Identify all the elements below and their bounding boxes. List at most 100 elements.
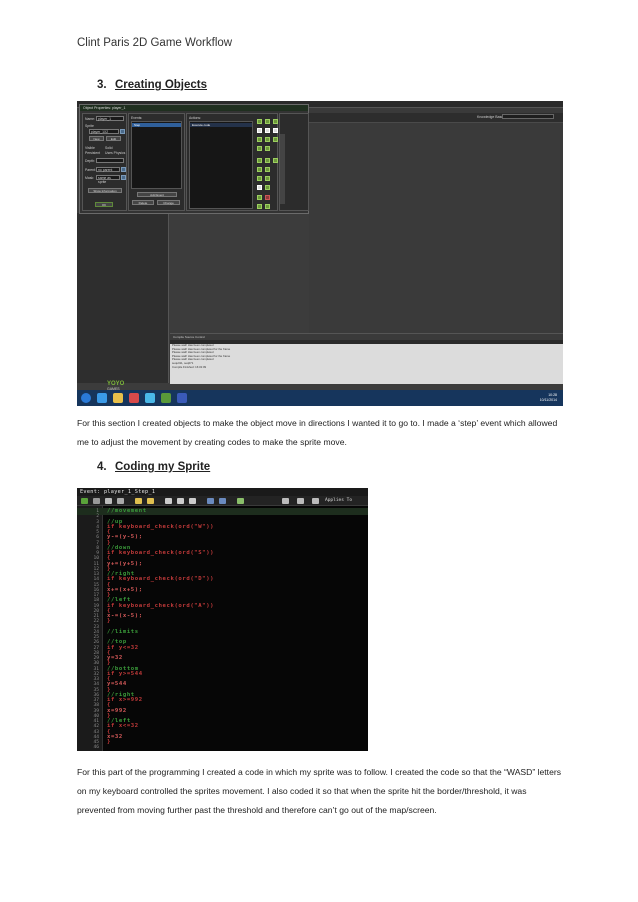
word-icon[interactable] [177, 393, 187, 403]
redo-icon[interactable] [147, 498, 154, 504]
save-icon[interactable] [105, 498, 112, 504]
uses-physics-checkbox[interactable]: Uses Physics [105, 151, 125, 155]
show-information-button[interactable]: Show Information [88, 188, 122, 193]
action-arrow-down-icon[interactable] [265, 128, 270, 133]
change-event-button[interactable]: Change [157, 200, 180, 205]
action-cross-icon[interactable] [265, 195, 270, 200]
section-heading-creating-objects: 3. Creating Objects [97, 79, 207, 91]
section-number: 3. [97, 79, 107, 91]
parent-field[interactable]: no parent [96, 167, 120, 172]
action-check-icon[interactable] [257, 195, 262, 200]
action-tabs-column [279, 113, 309, 211]
actions-label: Actions: [189, 116, 202, 120]
screenshot-code-editor: Event: player_1_Step_1 Applies To 1//mov… [77, 488, 368, 751]
section-title: Creating Objects [115, 79, 208, 91]
chrome-icon[interactable] [145, 393, 155, 403]
action-tab-strip[interactable] [280, 134, 285, 204]
action-jump-start-icon[interactable] [265, 158, 270, 163]
event-item-step[interactable]: Step [132, 123, 181, 127]
actions-list[interactable]: Execute code [189, 121, 253, 209]
action-bounce-solid-icon[interactable] [265, 176, 270, 181]
action-path-icon[interactable] [273, 137, 278, 142]
new-sprite-button[interactable]: New [89, 136, 104, 141]
action-item-label: Execute code [192, 123, 211, 127]
action-contact-icon[interactable] [257, 176, 262, 181]
action-move-icon[interactable] [257, 119, 262, 124]
color-icon[interactable] [282, 498, 289, 504]
knowledge-base-input[interactable] [502, 114, 554, 119]
clock-date: 10/11/2014 [539, 397, 557, 402]
start-icon[interactable] [81, 393, 91, 403]
section-heading-coding-sprite: 4. Coding my Sprite [97, 461, 210, 473]
action-down-icon[interactable] [265, 185, 270, 190]
resource-tree-panel [77, 213, 169, 383]
events-list[interactable]: Step [131, 121, 182, 189]
code-area[interactable]: 1//movement 2 3//up 4 if keyboard_check(ord(… [77, 506, 368, 751]
sprite-browse-icon[interactable] [120, 129, 125, 134]
paragraph-coding-sprite: For this part of the programming I creat… [77, 767, 562, 815]
font-icon[interactable] [312, 498, 319, 504]
paste-icon[interactable] [189, 498, 196, 504]
paragraph-creating-objects: For this section I created objects to ma… [77, 418, 558, 447]
action-snap-icon[interactable] [265, 146, 270, 151]
delete-event-button[interactable]: Delete [132, 200, 154, 205]
action-item-execute-code[interactable]: Execute code [190, 123, 252, 127]
ok-check-icon[interactable] [81, 498, 88, 504]
ok-button[interactable]: OK [95, 202, 113, 207]
action-outside-icon[interactable] [265, 167, 270, 172]
mask-browse-icon[interactable] [121, 175, 126, 180]
line-number: 46 [93, 745, 99, 751]
compile-tabs[interactable]: Compile Source Control [170, 334, 563, 340]
mask-field[interactable]: same as sprite [96, 175, 120, 184]
action-grid-icon[interactable] [257, 167, 262, 172]
action-step-icon[interactable] [257, 146, 262, 151]
solid-checkbox[interactable]: Solid [105, 146, 113, 150]
undo-icon[interactable] [135, 498, 142, 504]
copy-icon[interactable] [177, 498, 184, 504]
section-number: 4. [97, 461, 107, 473]
sprite-field[interactable]: player_1X2 [89, 129, 119, 134]
gamemaker-icon[interactable] [161, 393, 171, 403]
name-field[interactable]: player_1 [96, 116, 124, 121]
action-arrow-right-icon[interactable] [273, 128, 278, 133]
windows-taskbar: 10:28 10/11/2014 [77, 390, 563, 406]
parent-browse-icon[interactable] [121, 167, 126, 172]
action-arrow-left-icon[interactable] [257, 128, 262, 133]
section-title: Coding my Sprite [115, 461, 211, 473]
cut-icon[interactable] [165, 498, 172, 504]
media-player-icon[interactable] [129, 393, 139, 403]
depth-field[interactable] [96, 158, 124, 163]
action-jump-random-icon[interactable] [273, 158, 278, 163]
action-jump-position-icon[interactable] [257, 158, 262, 163]
action-up-icon[interactable] [257, 185, 262, 190]
events-label: Events: [131, 116, 143, 120]
object-settings-column: Name: player_1 Sprite player_1X2 New Edi… [82, 113, 127, 211]
visible-checkbox[interactable]: Visible [85, 146, 95, 150]
name-value: player_1 [98, 117, 112, 121]
persistent-checkbox[interactable]: Persistent [85, 151, 100, 155]
action-jump-icon[interactable] [265, 119, 270, 124]
open-icon[interactable] [93, 498, 100, 504]
applies-to-dropdown[interactable]: Applies To [325, 498, 352, 503]
goto-icon[interactable] [297, 498, 304, 504]
parent-label: Parent: [85, 168, 96, 172]
editor-toolbar: Applies To [77, 496, 368, 506]
ide-workspace [309, 108, 563, 333]
find-icon[interactable] [207, 498, 214, 504]
action-path-start-icon[interactable] [257, 204, 262, 209]
action-bounce-icon[interactable] [265, 137, 270, 142]
replace-icon[interactable] [219, 498, 226, 504]
edit-sprite-button[interactable]: Edit [106, 136, 121, 141]
internet-explorer-icon[interactable] [97, 393, 107, 403]
action-path-end-icon[interactable] [265, 204, 270, 209]
file-explorer-icon[interactable] [113, 393, 123, 403]
add-event-button[interactable]: Add Event [137, 192, 177, 197]
depth-label: Depth: [85, 159, 95, 163]
object-properties-window: Object Properties: player_1 Name: player… [79, 104, 309, 214]
action-speed-icon[interactable] [273, 119, 278, 124]
print-icon[interactable] [117, 498, 124, 504]
check-code-icon[interactable] [237, 498, 244, 504]
mask-label: Mask: [85, 176, 95, 180]
knowledge-base-label: Knowledge Base [477, 115, 504, 119]
action-wrap-icon[interactable] [257, 137, 262, 142]
